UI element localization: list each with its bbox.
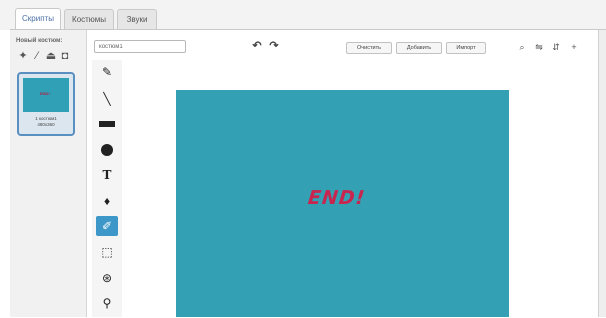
- canvas-end-text: END!: [306, 187, 367, 209]
- fill-tool-icon[interactable]: ♦: [96, 191, 118, 211]
- costume-thumbnail[interactable]: END! 1 костюм1 480x360: [17, 72, 75, 136]
- line-tool-icon[interactable]: ╲: [96, 89, 118, 109]
- redo-icon[interactable]: ↷: [268, 40, 280, 52]
- add-button[interactable]: Добавить: [396, 42, 442, 54]
- costume-preview: END!: [23, 78, 69, 112]
- ellipse-tool-icon[interactable]: [96, 140, 118, 160]
- camera-icon[interactable]: ◘: [59, 50, 71, 62]
- clear-button[interactable]: Очистить: [346, 42, 392, 54]
- costume-name-input[interactable]: [94, 40, 186, 53]
- rectangle-tool-icon[interactable]: [96, 114, 118, 134]
- tab-costumes[interactable]: Костюмы: [64, 9, 114, 29]
- paint-canvas[interactable]: END!: [176, 90, 509, 317]
- stamp-tool-icon[interactable]: ⚲: [96, 293, 118, 313]
- costume-caption: 1 костюм1 480x360: [19, 116, 73, 128]
- set-center-icon[interactable]: +: [568, 41, 580, 53]
- upload-icon[interactable]: ⏏: [45, 50, 57, 62]
- costume-name: костюм1: [39, 116, 57, 121]
- select-tool-icon[interactable]: ⬚: [96, 242, 118, 262]
- right-scrollbar[interactable]: [598, 30, 606, 317]
- costume-size: 480x360: [37, 122, 55, 127]
- paintbrush-icon[interactable]: ✦: [17, 50, 29, 62]
- pen-icon[interactable]: ∕: [31, 50, 43, 62]
- text-tool-icon[interactable]: T: [96, 165, 118, 185]
- import-button[interactable]: Импорт: [446, 42, 486, 54]
- tab-scripts[interactable]: Скрипты: [15, 8, 61, 30]
- zoom-icon[interactable]: ⌕: [516, 41, 528, 53]
- costume-preview-text: END!: [40, 91, 50, 96]
- flip-vertical-icon[interactable]: ⇵: [550, 41, 562, 53]
- brush-tool-icon[interactable]: ✎: [96, 62, 118, 82]
- new-costume-label: Новый костюм:: [16, 38, 63, 44]
- tab-sounds[interactable]: Звуки: [117, 9, 157, 29]
- costume-number: 1: [35, 116, 38, 121]
- flip-horizontal-icon[interactable]: ⇋: [533, 41, 545, 53]
- duplicate-tool-icon[interactable]: ⊛: [96, 268, 118, 288]
- eraser-tool-icon[interactable]: ✐: [96, 216, 118, 236]
- undo-icon[interactable]: ↶: [251, 40, 263, 52]
